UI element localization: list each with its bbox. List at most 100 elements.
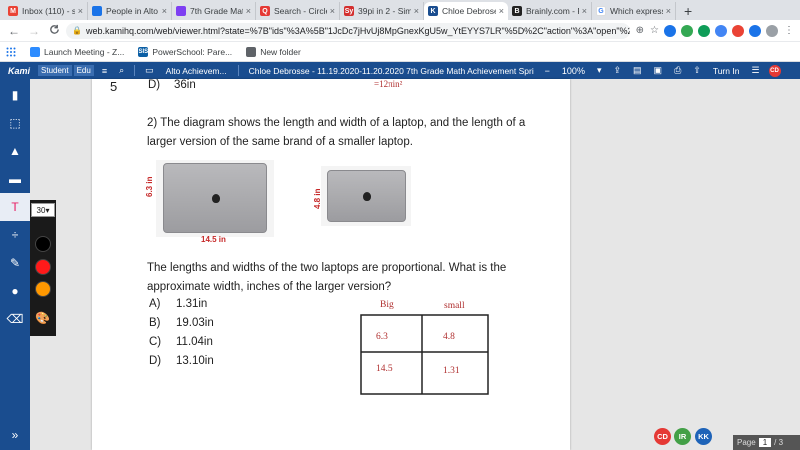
annotation-cell[interactable]: 4.8 (443, 332, 455, 342)
folder-open-icon[interactable]: ▤ (627, 65, 648, 76)
print-icon[interactable]: ⎙ (668, 65, 687, 76)
extension-icon[interactable] (749, 24, 761, 37)
page-number-input[interactable]: 1 (758, 438, 772, 447)
annotation-col-small[interactable]: small (444, 301, 465, 311)
close-tab-icon[interactable]: × (246, 6, 251, 16)
document-page: 5 D) 36in =12πin² 2) The diagram shows t… (92, 79, 570, 450)
close-tab-icon[interactable]: × (330, 6, 335, 16)
student-badge: Student (38, 65, 72, 76)
address-bar[interactable]: 🔒 web.kamihq.com/web/viewer.html?state=%… (66, 22, 630, 39)
browser-tab-strip: M Inbox (110) - st × People in Alto × 7th Gra… (0, 0, 800, 20)
shapes-tool-icon[interactable]: ● (0, 277, 30, 305)
browser-toolbar: ← → 🔒 web.kamihq.com/web/viewer.html?sta… (0, 20, 800, 42)
browser-tab[interactable]: M Inbox (110) - st × (4, 2, 88, 20)
reload-icon[interactable] (46, 23, 62, 39)
equation-tool-icon[interactable]: ÷ (0, 221, 30, 249)
add-icon[interactable]: ⊕ (636, 25, 644, 36)
font-size-select[interactable]: 30 ▾ (31, 203, 55, 217)
extension-icon[interactable] (664, 24, 676, 37)
divider (237, 65, 239, 76)
collaborator-avatar[interactable]: CD (654, 428, 671, 445)
browser-tab[interactable]: 7th Grade Math× (172, 2, 256, 20)
draw-tool-icon[interactable]: ✎ (0, 249, 30, 277)
tab-favicon-icon: G (596, 6, 606, 16)
expand-sidebar-icon[interactable]: » (0, 428, 30, 442)
save-icon[interactable]: ▣ (648, 65, 669, 76)
browser-tab[interactable]: G Which express × (592, 2, 676, 20)
extension-icon[interactable] (732, 24, 744, 37)
color-swatch-orange[interactable] (35, 281, 51, 297)
browser-tab[interactable]: Sy 39pi in 2 - Sim × (340, 2, 424, 20)
close-tab-icon[interactable]: × (582, 6, 587, 16)
annotation-cell[interactable]: 14.5 (376, 364, 393, 374)
circle-area-label: =12πin² (374, 79, 403, 89)
folder-icon[interactable]: ▭ (139, 65, 160, 76)
big-laptop-height-label: 6.3 in (145, 176, 154, 197)
select-tool-icon[interactable]: ⬚ (0, 109, 30, 137)
close-tab-icon[interactable]: × (162, 6, 167, 16)
hamburger-icon[interactable]: ≡ (96, 66, 113, 76)
close-tab-icon[interactable]: × (78, 6, 83, 16)
small-laptop-image (321, 166, 411, 226)
extension-icon[interactable] (681, 24, 693, 37)
upload-icon[interactable]: ⇧ (687, 65, 707, 76)
bookmark-label: New folder (260, 46, 301, 57)
annotation-grid[interactable] (360, 314, 490, 396)
browser-tab[interactable]: Q Search - Circle × (256, 2, 340, 20)
bookmark-item[interactable]: Launch Meeting - Z... (30, 46, 124, 57)
browser-tab[interactable]: People in Alto × (88, 2, 172, 20)
profile-avatar[interactable] (766, 24, 778, 37)
book-icon[interactable]: ▮ (0, 81, 30, 109)
new-tab-button[interactable]: + (676, 2, 700, 20)
breadcrumb[interactable]: Alto Achievem... (160, 66, 234, 76)
highlight-tool-icon[interactable]: ▲ (0, 137, 30, 165)
zoom-level[interactable]: 100% (556, 66, 591, 76)
turn-in-button[interactable]: Turn In (707, 66, 746, 76)
tab-title: Search - Circle (274, 6, 327, 16)
star-icon[interactable]: ☆ (650, 25, 659, 36)
forward-icon[interactable]: → (26, 23, 42, 39)
collaborator-avatar[interactable]: KK (695, 428, 712, 445)
tab-favicon-icon (92, 6, 102, 16)
color-swatch-black[interactable] (35, 236, 51, 252)
document-title[interactable]: Chloe Debrosse - 11.19.2020-11.20.2020 7… (243, 66, 539, 76)
extension-icon[interactable] (715, 24, 727, 37)
close-tab-icon[interactable]: × (666, 6, 671, 16)
eraser-tool-icon[interactable]: ⌫ (0, 305, 30, 333)
collaborator-avatar[interactable]: IR (674, 428, 691, 445)
chevron-down-icon[interactable]: ▾ (591, 65, 608, 76)
palette-icon[interactable]: 🎨 (35, 311, 50, 325)
user-avatar[interactable]: CD (768, 64, 781, 77)
annotation-cell[interactable]: 1.31 (443, 366, 460, 376)
choice-letter: B) (149, 317, 161, 329)
close-tab-icon[interactable]: × (499, 6, 504, 16)
share-icon[interactable]: ⇪ (607, 65, 627, 76)
kami-logo: Kami (8, 65, 31, 76)
more-menu-icon[interactable]: ☰ (745, 65, 765, 76)
folder-icon (246, 46, 257, 57)
annotation-col-big[interactable]: Big (380, 300, 394, 310)
bookmark-item[interactable]: SIS PowerSchool: Pare... (138, 46, 232, 57)
color-swatch-red[interactable] (35, 259, 51, 275)
page-indicator: Page 1 / 3 (733, 435, 800, 450)
comment-tool-icon[interactable]: ▬ (0, 165, 30, 193)
extension-icon[interactable] (698, 24, 710, 37)
bookmark-item[interactable]: New folder (246, 46, 301, 57)
vertical-scrollbar[interactable] (793, 79, 800, 435)
browser-tab[interactable]: K Chloe Debrose × (424, 2, 508, 20)
tab-title: 7th Grade Math (190, 6, 243, 16)
browser-tab[interactable]: B Brainly.com - F × (508, 2, 592, 20)
choice-text: 1.31in (176, 298, 208, 310)
apple-logo-icon (363, 192, 371, 201)
text-tool-icon[interactable]: T (0, 193, 30, 221)
menu-dots-icon[interactable]: ⋮ (784, 25, 794, 36)
choice-letter: D) (149, 355, 162, 367)
close-tab-icon[interactable]: × (414, 6, 419, 16)
choice-c: C) 11.04in (149, 336, 213, 348)
annotation-cell[interactable]: 6.3 (376, 332, 388, 342)
apps-icon[interactable] (6, 47, 16, 57)
tab-title: Inbox (110) - st (22, 6, 75, 16)
back-icon[interactable]: ← (6, 23, 22, 39)
zoom-out-button[interactable]: − (539, 66, 556, 76)
search-icon[interactable]: ⌕ (113, 65, 130, 76)
